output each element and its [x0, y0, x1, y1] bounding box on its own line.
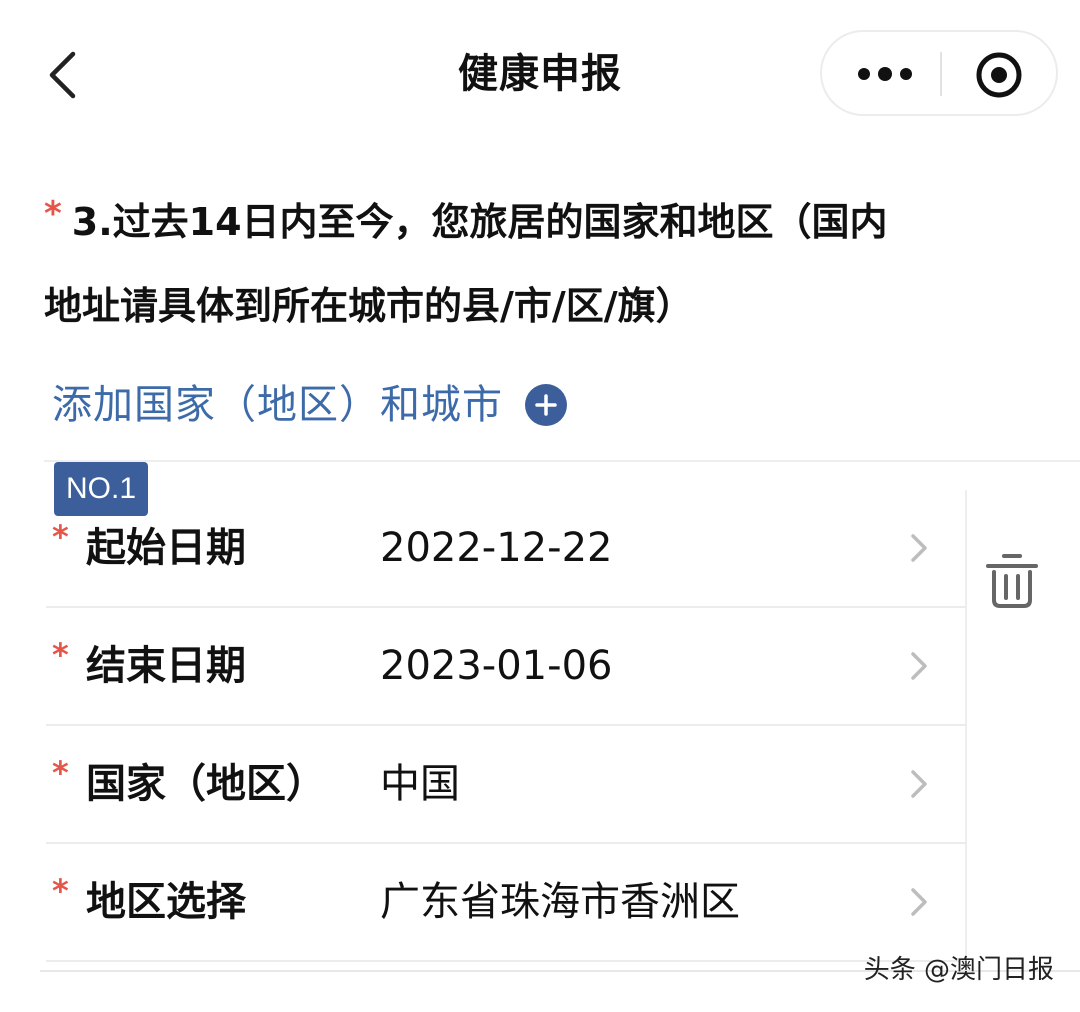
country-region-row[interactable]: * 国家（地区） 中国	[46, 726, 966, 844]
end-date-value: 2023-01-06	[380, 643, 613, 689]
required-mark: *	[52, 636, 69, 674]
required-mark: *	[44, 194, 62, 234]
question-line-2: 地址请具体到所在城市的县/市/区/旗）	[44, 284, 694, 328]
chevron-right-icon	[911, 652, 927, 680]
chevron-right-icon	[911, 534, 927, 562]
entry-card: * 起始日期 2022-12-22 * 结束日期 2023-01-06 * 国家…	[46, 490, 966, 962]
chevron-right-icon	[911, 888, 927, 916]
chevron-left-icon	[49, 51, 76, 99]
entry-number-badge: NO.1	[54, 462, 148, 516]
delete-entry-button[interactable]	[984, 552, 1040, 610]
more-button[interactable]	[856, 56, 914, 92]
start-date-value: 2022-12-22	[380, 525, 613, 571]
field-label: 起始日期	[86, 525, 246, 571]
field-label: 国家（地区）	[86, 761, 326, 807]
start-date-row[interactable]: * 起始日期 2022-12-22	[46, 490, 966, 608]
question-title: * 3.过去14日内至今，您旅居的国家和地区（国内 地址请具体到所在城市的县/市/…	[44, 172, 1044, 348]
close-button[interactable]	[974, 50, 1024, 100]
required-mark: *	[52, 872, 69, 910]
field-label: 结束日期	[86, 643, 246, 689]
add-entry-label: 添加国家（地区）和城市	[52, 382, 503, 428]
mini-program-capsule	[820, 30, 1058, 116]
page-title: 健康申报	[458, 51, 622, 97]
plus-circle-icon	[525, 384, 567, 426]
required-mark: *	[52, 754, 69, 792]
country-value: 中国	[380, 761, 460, 807]
region-select-row[interactable]: * 地区选择 广东省珠海市香洲区	[46, 844, 966, 962]
required-mark: *	[52, 518, 69, 556]
chevron-right-icon	[911, 770, 927, 798]
target-circle-icon	[976, 52, 1022, 98]
region-value: 广东省珠海市香洲区	[380, 879, 740, 925]
question-line-1: 3.过去14日内至今，您旅居的国家和地区（国内	[71, 200, 888, 244]
capsule-separator	[940, 52, 942, 96]
end-date-row[interactable]: * 结束日期 2023-01-06	[46, 608, 966, 726]
watermark: 头条 @澳门日报	[863, 955, 1054, 985]
add-country-city-button[interactable]: 添加国家（地区）和城市	[52, 370, 567, 440]
trash-icon	[986, 554, 1038, 608]
more-dots-icon	[858, 67, 912, 81]
field-label: 地区选择	[86, 879, 246, 925]
back-button[interactable]	[40, 48, 84, 102]
divider	[44, 460, 1080, 462]
nav-bar: 健康申报	[0, 0, 1080, 150]
